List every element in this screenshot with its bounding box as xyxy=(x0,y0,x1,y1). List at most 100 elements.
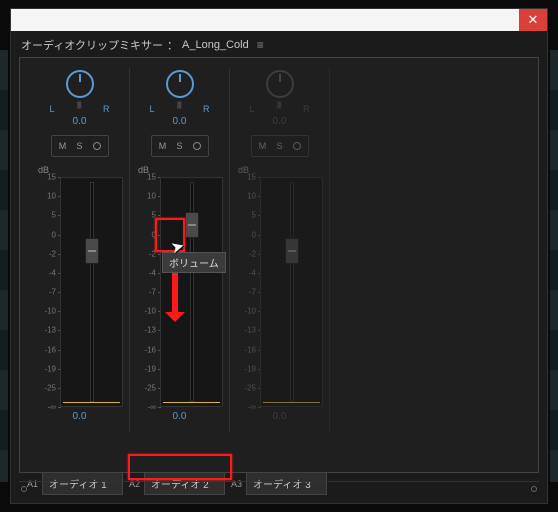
fader-handle[interactable] xyxy=(285,238,299,264)
scale-tick-label: -10 xyxy=(244,307,256,316)
meter-zone: 151050-2-4-7-10-13-16-19-25-∞ xyxy=(36,177,123,407)
solo-button[interactable]: S xyxy=(173,139,187,153)
solo-button[interactable]: S xyxy=(73,139,87,153)
meter-peak-line xyxy=(263,402,320,403)
fader-slot xyxy=(90,182,94,402)
db-scale: 151050-2-4-7-10-13-16-19-25-∞ xyxy=(236,177,258,407)
solo-button[interactable]: S xyxy=(273,139,287,153)
panel-sequence-name: A_Long_Cold xyxy=(182,39,249,51)
mso-group: MS xyxy=(151,135,209,157)
meter-peak-line xyxy=(163,402,220,403)
scale-tick-label: -7 xyxy=(49,288,56,297)
pan-right-label: R xyxy=(303,104,310,114)
meter-zone: 151050-2-4-7-10-13-16-19-25-∞ xyxy=(236,177,323,407)
mixer-window: ✕ オーディオクリップミキサー ： A_Long_Cold ≡ L ||||| R 0… xyxy=(10,8,548,504)
scale-tick-label: -10 xyxy=(44,307,56,316)
pan-value[interactable]: 0.0 xyxy=(73,116,87,127)
volume-tooltip: ボリューム xyxy=(162,252,226,273)
scale-tick-label: -13 xyxy=(144,326,156,335)
volume-value[interactable]: 0.0 xyxy=(173,411,187,422)
track-A2: L|||||R0.0MSdB151050-2-4-7-10-13-16-19-2… xyxy=(130,68,230,432)
mso-group: MS xyxy=(51,135,109,157)
pan-left-label: L xyxy=(150,104,155,114)
volume-value[interactable]: 0.0 xyxy=(273,411,287,422)
pan-right-label: R xyxy=(203,104,210,114)
scale-tick-label: 5 xyxy=(252,211,256,220)
scroll-handle-left[interactable] xyxy=(21,486,27,492)
pan-value[interactable]: 0.0 xyxy=(173,116,187,127)
pan-value[interactable]: 0.0 xyxy=(273,116,287,127)
panel-title-prefix: オーディオクリップミキサー xyxy=(21,37,163,53)
scale-tick-label: -∞ xyxy=(48,403,56,412)
fader-area[interactable] xyxy=(60,177,123,407)
mute-button[interactable]: M xyxy=(56,139,70,153)
scale-tick-label: -2 xyxy=(149,249,156,258)
mute-button[interactable]: M xyxy=(256,139,270,153)
circle-icon xyxy=(293,142,301,150)
meter-peak-line xyxy=(63,402,120,403)
background-edge-right xyxy=(550,50,558,482)
background-edge-left xyxy=(0,50,8,482)
scale-tick-label: -2 xyxy=(249,249,256,258)
scale-tick-label: -25 xyxy=(244,383,256,392)
scale-tick-label: -4 xyxy=(149,268,156,277)
scale-tick-label: 0 xyxy=(252,230,256,239)
scale-tick-label: -4 xyxy=(49,268,56,277)
horizontal-scrollbar[interactable] xyxy=(19,481,539,495)
volume-value[interactable]: 0.0 xyxy=(73,411,87,422)
scale-tick-label: 5 xyxy=(52,211,56,220)
window-titlebar: ✕ xyxy=(11,9,547,31)
scale-tick-label: -10 xyxy=(144,307,156,316)
fx-toggle[interactable] xyxy=(290,139,304,153)
panel-title-sep: ： xyxy=(167,37,178,53)
scale-tick-label: -16 xyxy=(44,345,56,354)
pan-knob[interactable] xyxy=(266,70,294,98)
scale-tick-label: -19 xyxy=(44,364,56,373)
scale-tick-label: -13 xyxy=(44,326,56,335)
scale-tick-label: -19 xyxy=(244,364,256,373)
fader-slot xyxy=(290,182,294,402)
scale-tick-label: -2 xyxy=(49,249,56,258)
fx-toggle[interactable] xyxy=(190,139,204,153)
pan-knob[interactable] xyxy=(166,70,194,98)
scale-tick-label: 10 xyxy=(47,192,56,201)
scale-tick-label: 10 xyxy=(147,192,156,201)
scale-tick-label: -13 xyxy=(244,326,256,335)
scale-tick-label: 15 xyxy=(47,173,56,182)
fx-toggle[interactable] xyxy=(90,139,104,153)
fader-handle[interactable] xyxy=(185,212,199,238)
pan-left-label: L xyxy=(50,104,55,114)
pan-ticks-icon: ||||| xyxy=(177,102,181,114)
scale-tick-label: 15 xyxy=(247,173,256,182)
scale-tick-label: 0 xyxy=(152,230,156,239)
scale-tick-label: 0 xyxy=(52,230,56,239)
scale-tick-label: 15 xyxy=(147,173,156,182)
pan-ticks-icon: ||||| xyxy=(77,102,81,114)
mute-button[interactable]: M xyxy=(156,139,170,153)
fader-area[interactable] xyxy=(160,177,223,407)
circle-icon xyxy=(193,142,201,150)
scale-tick-label: -19 xyxy=(144,364,156,373)
scale-tick-label: -7 xyxy=(249,288,256,297)
panel-menu-icon[interactable]: ≡ xyxy=(257,38,264,52)
mixer-area: L|||||R0.0MSdB151050-2-4-7-10-13-16-19-2… xyxy=(19,57,539,473)
scale-tick-label: 5 xyxy=(152,211,156,220)
scale-tick-label: -16 xyxy=(244,345,256,354)
pan-knob[interactable] xyxy=(66,70,94,98)
pan-left-label: L xyxy=(250,104,255,114)
scale-tick-label: -∞ xyxy=(248,403,256,412)
annotation-arrow-down xyxy=(172,270,178,318)
close-button[interactable]: ✕ xyxy=(519,9,547,31)
track-A1: L|||||R0.0MSdB151050-2-4-7-10-13-16-19-2… xyxy=(30,68,130,432)
scale-tick-label: -∞ xyxy=(148,403,156,412)
scale-tick-label: -16 xyxy=(144,345,156,354)
track-A3: L|||||R0.0MSdB151050-2-4-7-10-13-16-19-2… xyxy=(230,68,330,432)
db-scale: 151050-2-4-7-10-13-16-19-25-∞ xyxy=(136,177,158,407)
scale-tick-label: 10 xyxy=(247,192,256,201)
scale-tick-label: -25 xyxy=(44,383,56,392)
meter-zone: 151050-2-4-7-10-13-16-19-25-∞ xyxy=(136,177,223,407)
circle-icon xyxy=(93,142,101,150)
scroll-handle-right[interactable] xyxy=(531,486,537,492)
fader-area[interactable] xyxy=(260,177,323,407)
fader-handle[interactable] xyxy=(85,238,99,264)
